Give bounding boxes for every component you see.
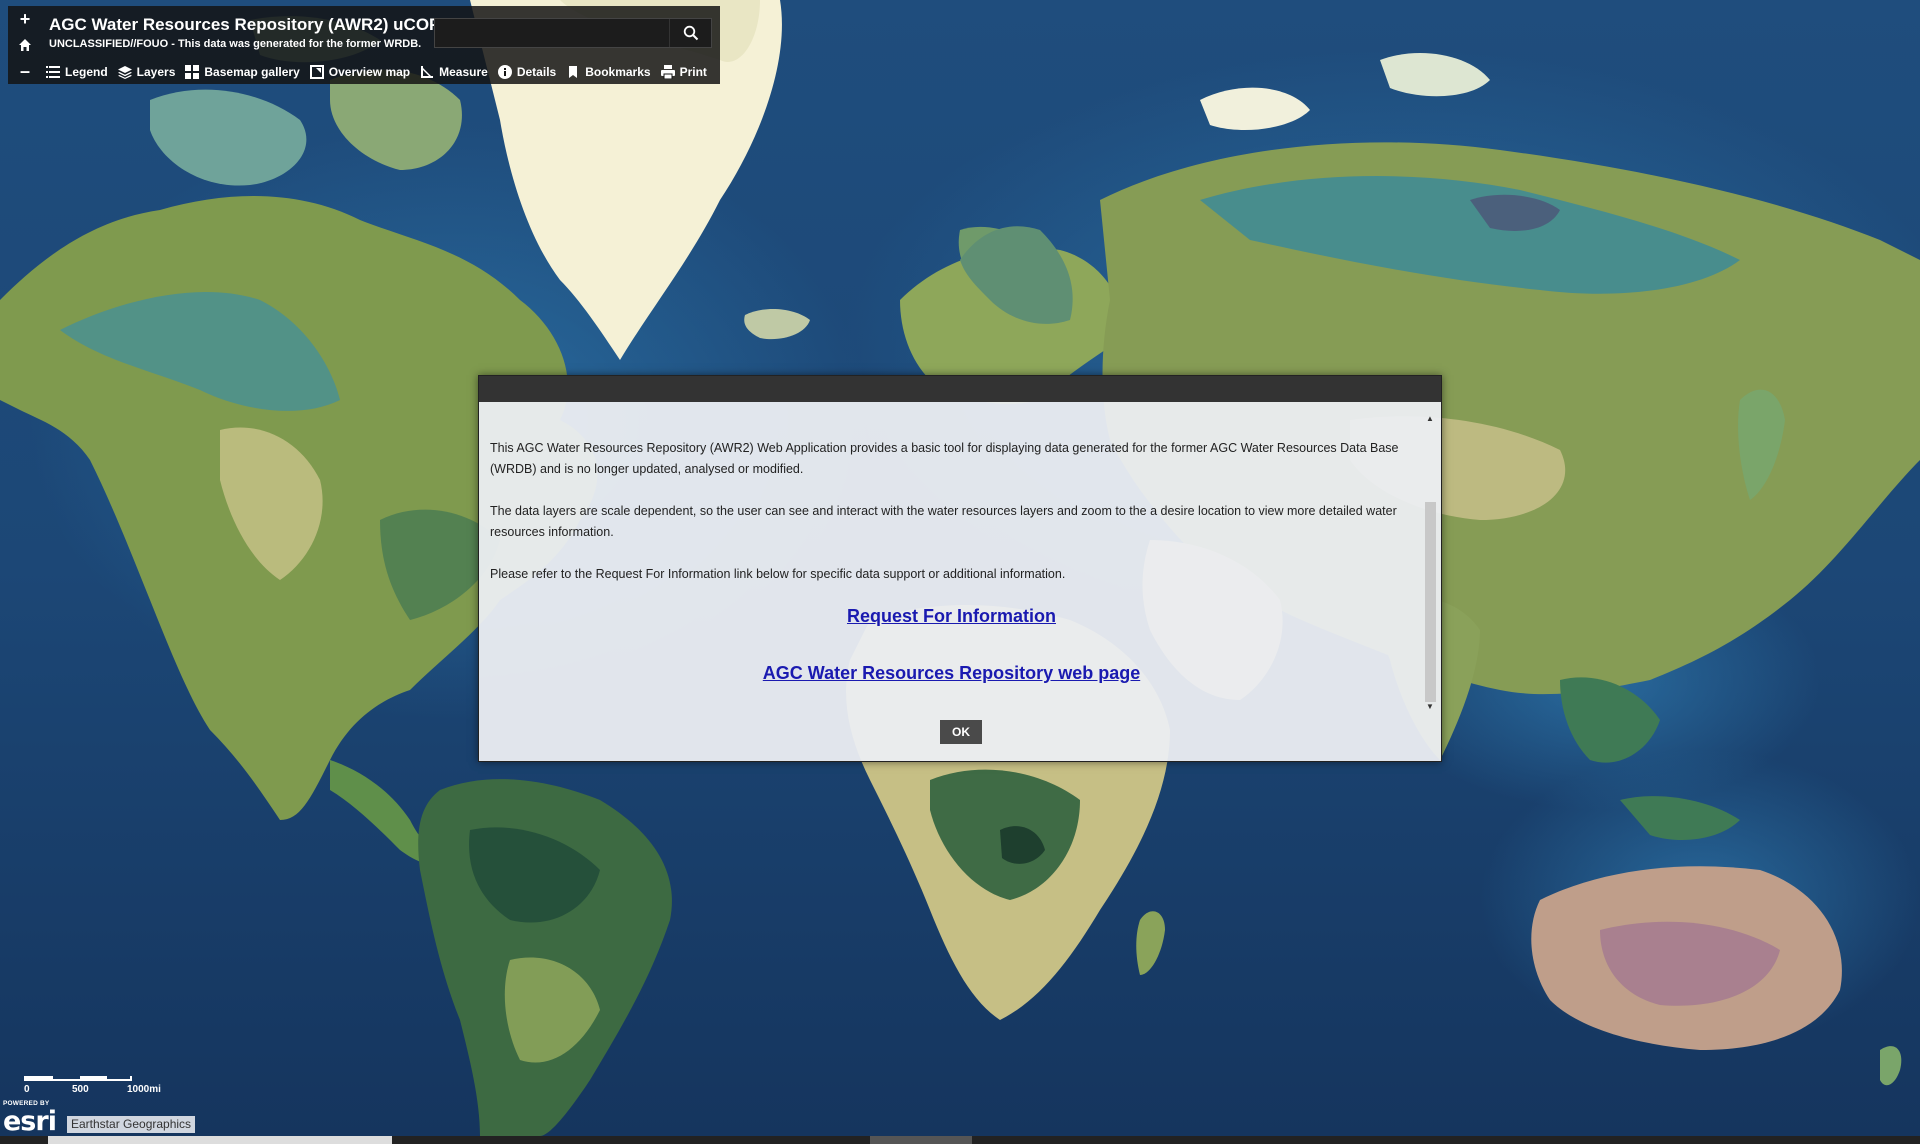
info-icon bbox=[497, 65, 512, 79]
dialog-paragraph: This AGC Water Resources Repository (AWR… bbox=[490, 441, 1399, 476]
list-icon bbox=[46, 65, 60, 79]
splash-dialog: This AGC Water Resources Repository (AWR… bbox=[478, 375, 1442, 762]
ruler-icon bbox=[420, 65, 434, 79]
home-button[interactable] bbox=[8, 32, 42, 58]
map-attribution: Earthstar Geographics bbox=[67, 1116, 196, 1133]
tool-legend[interactable]: Legend bbox=[46, 63, 108, 81]
tool-label: Legend bbox=[65, 65, 108, 79]
tool-details[interactable]: Details bbox=[497, 63, 557, 81]
printer-icon bbox=[660, 65, 675, 79]
dialog-paragraph: The data layers are scale dependent, so … bbox=[490, 504, 1397, 539]
zoom-out-button[interactable]: – bbox=[8, 58, 42, 84]
scale-segment bbox=[26, 1076, 53, 1079]
search-input[interactable] bbox=[435, 19, 669, 47]
tool-label: Bookmarks bbox=[585, 65, 651, 79]
tool-label: Layers bbox=[136, 65, 176, 79]
search-box bbox=[434, 18, 712, 48]
grid-icon bbox=[185, 65, 200, 79]
tool-label: Basemap gallery bbox=[204, 65, 300, 79]
scroll-up-icon[interactable]: ▲ bbox=[1423, 412, 1437, 424]
scale-segment bbox=[80, 1076, 107, 1079]
scale-label: 1000mi bbox=[127, 1084, 161, 1095]
toolbar: Legend Layers Basemap gallery Overview m… bbox=[46, 63, 717, 81]
dialog-content: This AGC Water Resources Repository (AWR… bbox=[479, 402, 1423, 708]
zoom-controls: + – bbox=[8, 6, 42, 84]
zoom-in-button[interactable]: + bbox=[8, 6, 42, 32]
esri-wordmark: esri bbox=[3, 1106, 57, 1137]
search-button[interactable] bbox=[669, 19, 711, 47]
scale-bar-graphic bbox=[24, 1076, 132, 1081]
tool-bookmarks[interactable]: Bookmarks bbox=[566, 63, 651, 81]
app-header: AGC Water Resources Repository (AWR2) uC… bbox=[42, 6, 720, 84]
bookmark-icon bbox=[566, 65, 580, 79]
tool-layers[interactable]: Layers bbox=[117, 63, 176, 81]
dialog-paragraph: Please refer to the Request For Informat… bbox=[490, 567, 1066, 581]
app-subtitle: UNCLASSIFIED//FOUO - This data was gener… bbox=[49, 38, 422, 50]
bottom-strip-segment bbox=[870, 1136, 972, 1144]
tool-label: Print bbox=[679, 65, 707, 79]
tool-label: Overview map bbox=[328, 65, 411, 79]
home-icon bbox=[19, 39, 31, 51]
repository-web-page-link[interactable]: AGC Water Resources Repository web page bbox=[763, 663, 1140, 683]
tool-basemap-gallery[interactable]: Basemap gallery bbox=[185, 63, 300, 81]
request-for-information-link[interactable]: Request For Information bbox=[847, 606, 1056, 626]
tool-label: Details bbox=[516, 65, 557, 79]
scale-label: 0 bbox=[24, 1084, 30, 1095]
dialog-scrollbar[interactable]: ▲ ▼ bbox=[1423, 412, 1437, 712]
layers-icon bbox=[117, 65, 132, 79]
ok-button[interactable]: OK bbox=[940, 720, 982, 744]
dialog-header bbox=[479, 376, 1441, 402]
search-icon bbox=[683, 25, 698, 41]
scale-bar: 0 500 1000mi bbox=[24, 1076, 161, 1096]
tool-label: Measure bbox=[439, 65, 488, 79]
overview-map-icon bbox=[309, 65, 324, 79]
esri-logo[interactable]: POWERED BY esri bbox=[3, 1100, 63, 1137]
scroll-track[interactable] bbox=[1423, 424, 1437, 702]
tool-print[interactable]: Print bbox=[660, 63, 707, 81]
bottom-strip-segment bbox=[48, 1136, 392, 1144]
tool-overview-map[interactable]: Overview map bbox=[309, 63, 411, 81]
tool-measure[interactable]: Measure bbox=[420, 63, 488, 81]
app-title: AGC Water Resources Repository (AWR2) uC… bbox=[49, 15, 441, 34]
scroll-thumb[interactable] bbox=[1425, 502, 1436, 702]
bottom-strip bbox=[0, 1136, 1920, 1144]
scale-label: 500 bbox=[72, 1084, 89, 1095]
